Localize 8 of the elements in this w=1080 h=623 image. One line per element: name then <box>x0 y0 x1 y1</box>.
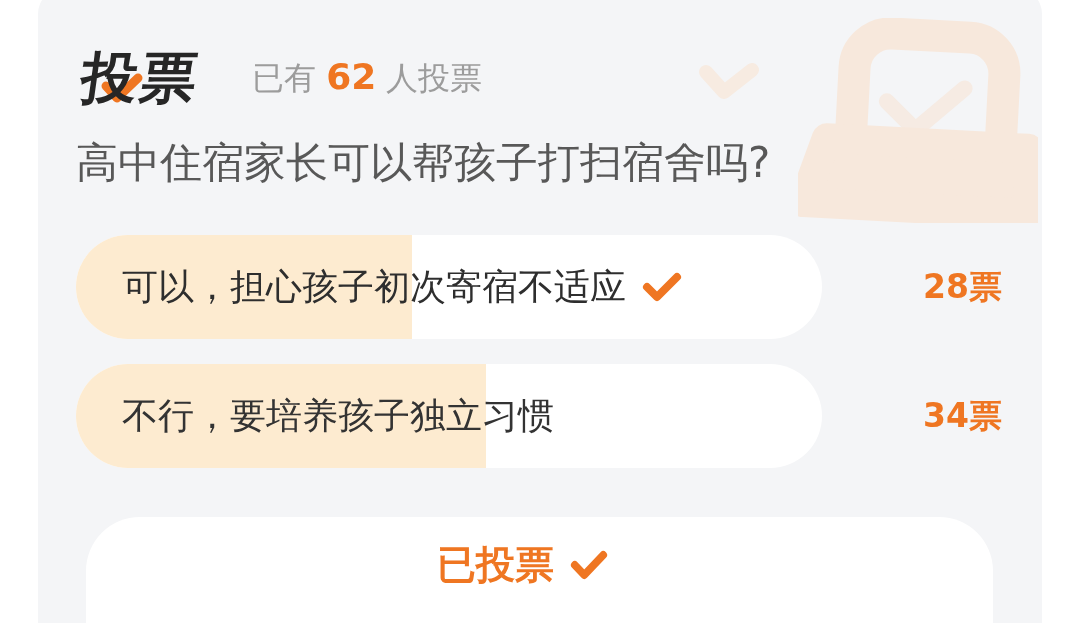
poll-option[interactable]: 可以，担心孩子初次寄宿不适应 <box>76 235 822 339</box>
vote-count: 34票 <box>923 394 1002 437</box>
vote-summary: 已有 62 人投票 <box>252 56 483 98</box>
vote-count: 28票 <box>923 265 1002 308</box>
check-icon <box>642 272 682 302</box>
check-icon <box>569 550 608 580</box>
poll-option[interactable]: 不行，要培养孩子独立习惯 <box>76 364 822 468</box>
poll-question: 高中住宿家长可以帮孩子打扫宿舍吗? <box>76 140 771 186</box>
